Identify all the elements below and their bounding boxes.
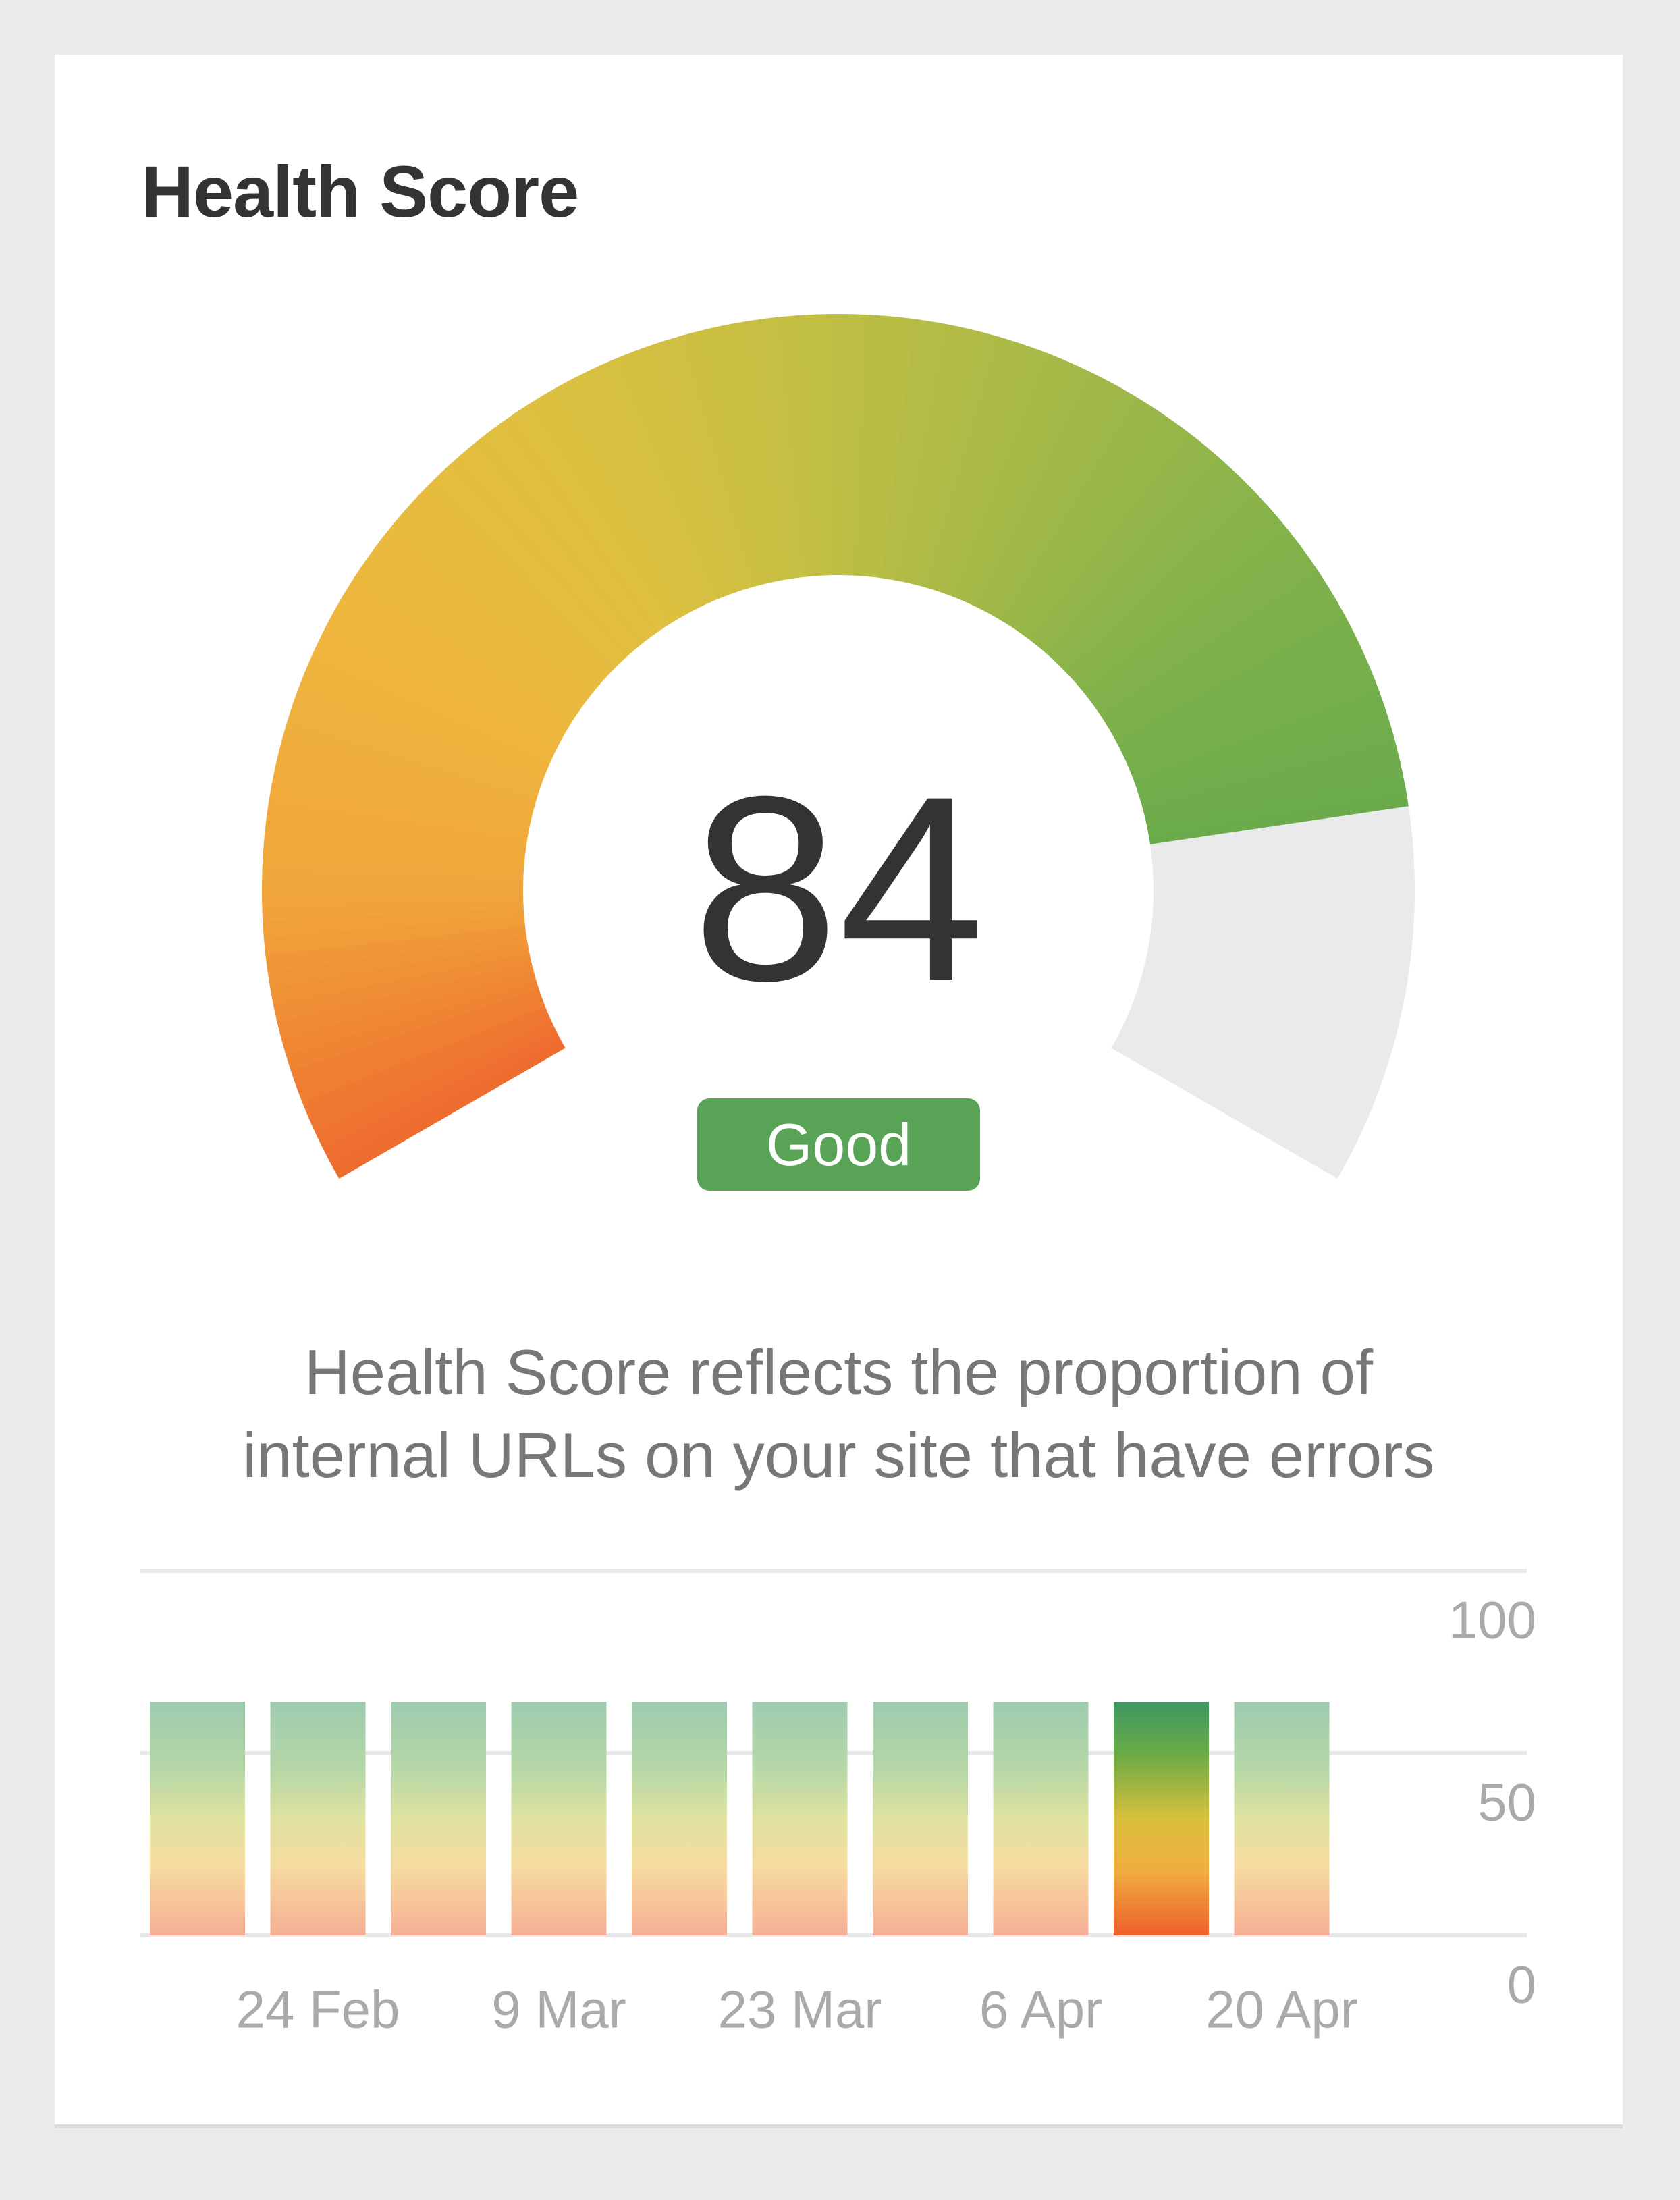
bar[interactable]	[993, 1702, 1089, 1935]
bar[interactable]	[873, 1702, 968, 1935]
x-tick-label: 6 Apr	[979, 1979, 1103, 2039]
y-tick-label: 100	[1448, 1590, 1536, 1650]
y-tick-label: 0	[1507, 1954, 1536, 2014]
gridline-100	[140, 1569, 1527, 1573]
bar[interactable]	[752, 1702, 848, 1935]
health-score-card: Health Score 84 Good Health Score reflec…	[55, 55, 1623, 2124]
x-tick-label: 20 Apr	[1205, 1979, 1358, 2039]
bar[interactable]	[150, 1702, 245, 1935]
bar[interactable]	[270, 1702, 366, 1935]
bar[interactable]	[1234, 1702, 1330, 1935]
history-bar-chart	[140, 1569, 1527, 1937]
x-tick-label: 9 Mar	[491, 1979, 626, 2039]
bar[interactable]	[391, 1702, 486, 1935]
bar[interactable]	[1114, 1702, 1209, 1935]
bar[interactable]	[511, 1702, 607, 1935]
x-tick-label: 24 Feb	[236, 1979, 400, 2039]
x-tick-label: 23 Mar	[717, 1979, 882, 2039]
bar[interactable]	[632, 1702, 727, 1935]
y-tick-label: 50	[1478, 1772, 1536, 1832]
